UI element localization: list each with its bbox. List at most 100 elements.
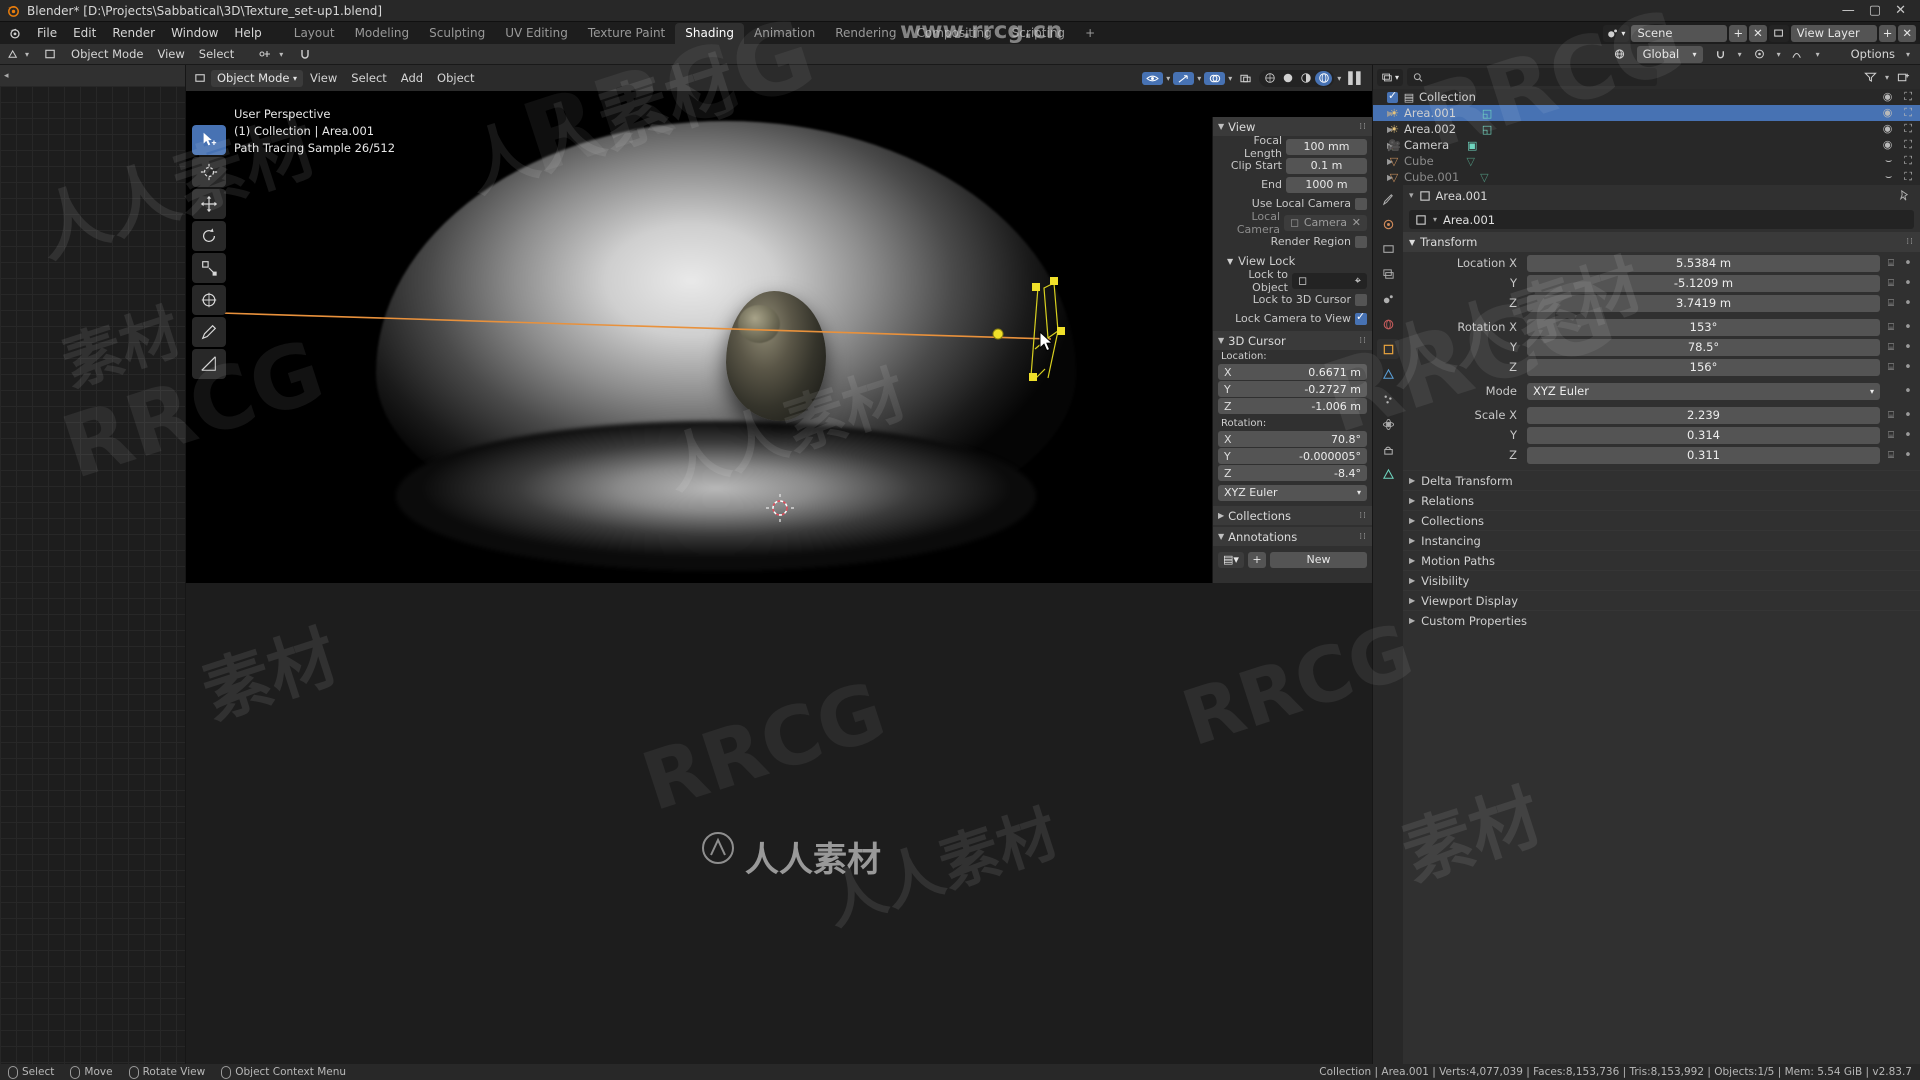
lock-camera-checkbox[interactable] xyxy=(1355,310,1367,325)
menu-window[interactable]: Window xyxy=(163,24,226,42)
annotation-add-icon[interactable]: + xyxy=(1248,551,1266,568)
location-z-field[interactable]: 3.7419 m xyxy=(1527,294,1880,312)
local-camera-clear-icon[interactable]: ✕ xyxy=(1352,216,1361,229)
transform-orientation-dropdown[interactable]: Global ▾ xyxy=(1636,45,1703,63)
scale-z-animate-dot[interactable]: • xyxy=(1902,448,1914,463)
collection-checkbox[interactable] xyxy=(1387,89,1398,103)
section-relations[interactable]: ▶ Relations xyxy=(1403,490,1920,510)
snap-toggle-icon[interactable] xyxy=(291,46,319,62)
rotation-z-animate-dot[interactable]: • xyxy=(1902,360,1914,375)
cursor-tool-icon[interactable] xyxy=(192,157,226,187)
left-collapse-arrow-icon[interactable]: ◂ xyxy=(4,71,9,81)
location-z-lock-icon[interactable]: ⌸ xyxy=(1884,298,1898,309)
location-y-field[interactable]: -5.1209 m xyxy=(1527,274,1880,292)
lock-to-cursor-checkbox[interactable] xyxy=(1355,293,1367,306)
tab-compositing[interactable]: Compositing xyxy=(906,23,1001,44)
properties-tab-output[interactable] xyxy=(1377,239,1399,259)
cursor-loc-y-field[interactable]: Y -0.2727 m xyxy=(1218,381,1367,397)
sidebar-n-panel[interactable]: ▼ View ⁞⁞ Focal Length 100 mm Clip Start… xyxy=(1212,117,1372,583)
cursor-rot-z-row[interactable]: Z -8.4° xyxy=(1218,465,1367,481)
viewport-menu-object[interactable]: Object xyxy=(430,69,481,87)
header-menu-select[interactable]: Select xyxy=(192,45,241,63)
expand-arrow-icon[interactable]: ▶ xyxy=(1377,109,1393,118)
new-viewlayer-icon[interactable]: + xyxy=(1878,24,1897,42)
rotation-x-row[interactable]: Rotation X 153° ⌸ • xyxy=(1403,318,1914,336)
properties-tab-modifier[interactable] xyxy=(1377,364,1399,384)
viewlayer-name-field[interactable]: View Layer xyxy=(1790,24,1877,42)
outliner-rows[interactable]: ▤ Collection ◉⛶ ▶ ☀ Area.001 ◱ ◉⛶ ▶ ☀ Ar… xyxy=(1373,89,1920,185)
view-section-grip[interactable]: ⁞⁞ xyxy=(1359,122,1367,132)
tab-uv-editing[interactable]: UV Editing xyxy=(495,23,578,44)
rotation-x-animate-dot[interactable]: • xyxy=(1902,320,1914,335)
scale-y-lock-icon[interactable]: ⌸ xyxy=(1884,430,1898,441)
new-scene-icon[interactable]: + xyxy=(1729,24,1748,42)
rotation-mode-dropdown[interactable]: XYZ Euler ▾ xyxy=(1527,382,1880,400)
local-camera-field[interactable]: ◻ Camera ✕ xyxy=(1284,214,1367,231)
clip-start-field[interactable]: 0.1 m xyxy=(1286,157,1367,174)
shading-wireframe-icon[interactable] xyxy=(1261,71,1278,86)
properties-editor[interactable]: ▾ Area.001 ▾ Area.001 ▼ Transform ⁞⁞ Loc… xyxy=(1372,185,1920,1064)
focal-length-field[interactable]: 100 mm xyxy=(1286,138,1367,155)
options-dropdown[interactable]: Options xyxy=(1844,45,1902,63)
scale-x-row[interactable]: Scale X 2.239 ⌸ • xyxy=(1403,406,1914,424)
global-orientation-icon[interactable] xyxy=(1606,46,1633,62)
tab-texture-paint[interactable]: Texture Paint xyxy=(578,23,675,44)
location-z-row[interactable]: Z 3.7419 m ⌸ • xyxy=(1403,294,1914,312)
header-menu-view[interactable]: View xyxy=(150,45,191,63)
menu-file[interactable]: File xyxy=(29,24,65,42)
rotation-mode-animate-dot[interactable]: • xyxy=(1902,384,1914,399)
outliner-search-input[interactable] xyxy=(1407,68,1658,86)
falloff-chevron-icon[interactable]: ▾ xyxy=(1816,50,1820,59)
lock-camera-row[interactable]: Lock Camera to View xyxy=(1218,310,1367,327)
annotation-new-row[interactable]: ▤▾ + New xyxy=(1218,551,1367,568)
cursor-rot-y-field[interactable]: Y -0.000005° xyxy=(1218,448,1367,464)
eyedropper-icon[interactable]: ⌖ xyxy=(1355,274,1361,288)
xray-icon[interactable] xyxy=(1235,72,1256,85)
cursor-section-grip[interactable]: ⁞⁞ xyxy=(1359,336,1367,346)
cursor-rot-x-field[interactable]: X 70.8° xyxy=(1218,431,1367,447)
shading-rendered-icon[interactable] xyxy=(1315,70,1333,86)
annotations-grip[interactable]: ⁞⁞ xyxy=(1359,532,1367,542)
rotate-tool-icon[interactable] xyxy=(192,221,226,251)
measure-tool-icon[interactable] xyxy=(192,349,226,379)
blender-menu-icon[interactable] xyxy=(0,26,29,40)
tab-sculpting[interactable]: Sculpting xyxy=(419,23,495,44)
scale-x-lock-icon[interactable]: ⌸ xyxy=(1884,410,1898,421)
lock-to-object-row[interactable]: Lock to Object ◻ ⌖ xyxy=(1218,268,1367,294)
gizmo-icon[interactable] xyxy=(1173,71,1195,85)
cursor-loc-x-row[interactable]: X 0.6671 m xyxy=(1218,364,1367,380)
focal-length-row[interactable]: Focal Length 100 mm xyxy=(1218,134,1367,160)
cursor-rot-x-row[interactable]: X 70.8° xyxy=(1218,431,1367,447)
shading-solid-icon[interactable] xyxy=(1279,71,1296,86)
unlink-scene-icon[interactable]: ✕ xyxy=(1749,24,1767,42)
cursor-euler-dropdown[interactable]: XYZ Euler ▾ xyxy=(1218,484,1367,501)
local-camera-row[interactable]: Local Camera ◻ Camera ✕ xyxy=(1218,210,1367,236)
tab-layout[interactable]: Layout xyxy=(284,23,345,44)
scale-z-field[interactable]: 0.311 xyxy=(1527,446,1880,464)
outliner[interactable]: ▾ ▾ ✓ ▤ Collection ◉ ⛶ ▶ ☀ Area.001 ◱ ◉ … xyxy=(1372,65,1920,185)
falloff-curve-icon[interactable] xyxy=(1785,46,1812,62)
collections-grip[interactable]: ⁞⁞ xyxy=(1359,511,1367,521)
outliner-row-area002[interactable]: ▶ ☀ Area.002 ◱ ◉ ⛶ xyxy=(1373,121,1920,137)
menu-render[interactable]: Render xyxy=(104,24,163,42)
section-viewport-display[interactable]: ▶ Viewport Display xyxy=(1403,590,1920,610)
3d-viewport[interactable]: Object Mode ▾ View Select Add Object ▾ ▾ xyxy=(186,65,1372,583)
tweak-tool-icon[interactable] xyxy=(192,125,226,155)
outliner-row-cube[interactable]: ▶ ▽ Cube ▽ ⌣ ⛶ xyxy=(1373,153,1920,169)
viewport-canvas[interactable]: User Perspective (1) Collection | Area.0… xyxy=(186,91,1372,583)
lock-to-cursor-row[interactable]: Lock to 3D Cursor xyxy=(1218,291,1367,308)
tab-scripting[interactable]: Scripting xyxy=(1002,23,1075,44)
cursor-loc-z-row[interactable]: Z -1.006 m xyxy=(1218,398,1367,414)
properties-tab-data[interactable] xyxy=(1377,464,1399,484)
section-custom-properties[interactable]: ▶ Custom Properties xyxy=(1403,610,1920,630)
scale-y-field[interactable]: 0.314 xyxy=(1527,426,1880,444)
visibility-chevron-icon[interactable]: ▾ xyxy=(1166,74,1170,83)
camera-visibility[interactable]: ◉ ⛶ xyxy=(1883,138,1912,152)
editor-type-icon[interactable] xyxy=(4,48,25,61)
view-layer-icon[interactable] xyxy=(1768,24,1789,42)
outliner-row-camera[interactable]: ▶ 🎥 Camera ▣ ◉ ⛶ xyxy=(1373,137,1920,153)
outliner-display-mode-icon[interactable]: ▾ xyxy=(1377,68,1404,86)
transform-section-header[interactable]: ▼ Transform ⁞⁞ xyxy=(1403,232,1920,252)
scale-z-row[interactable]: Z 0.311 ⌸ • xyxy=(1403,446,1914,464)
scale-y-animate-dot[interactable]: • xyxy=(1902,428,1914,443)
